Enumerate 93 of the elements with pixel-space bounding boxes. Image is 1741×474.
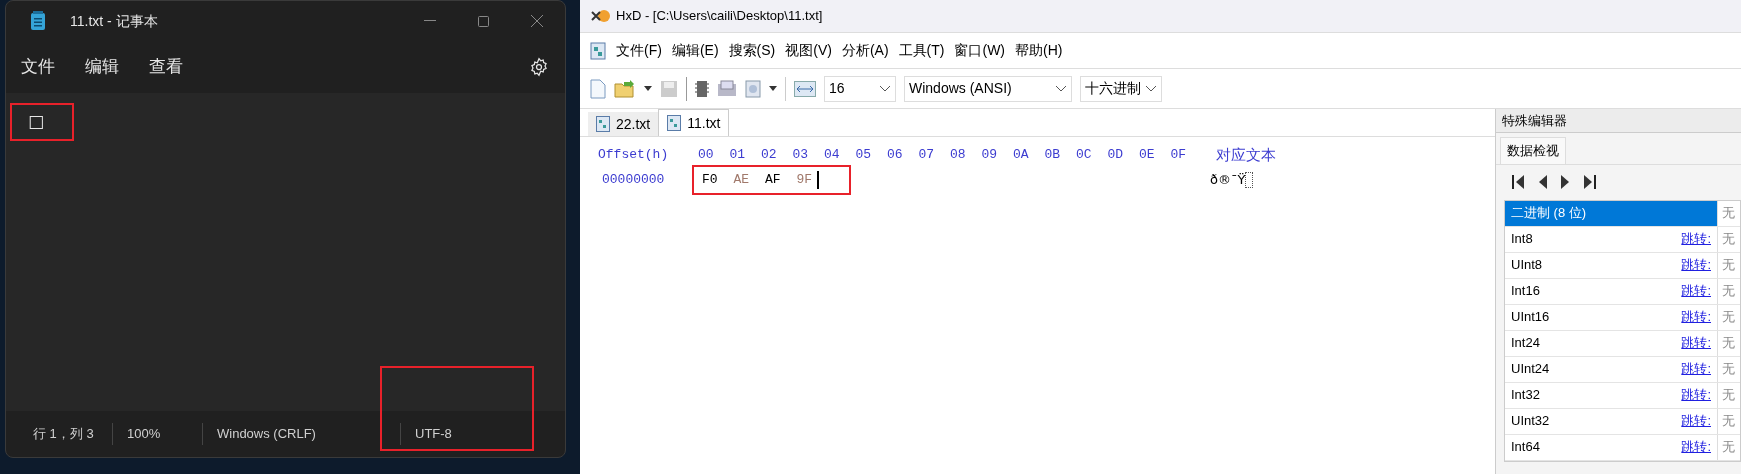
jump-link[interactable]: 跳转: xyxy=(1681,255,1711,275)
column-header: 06 xyxy=(887,146,904,165)
status-text: 100% xyxy=(127,425,161,444)
status-text: Windows (CRLF) xyxy=(217,425,316,444)
notepad-icon xyxy=(30,11,46,31)
menu-item[interactable]: 文件 xyxy=(21,54,55,80)
window-title: 11.txt - 记事本 xyxy=(70,11,158,31)
hex-byte: 9F xyxy=(796,171,814,190)
menu-item[interactable]: 工具(T) xyxy=(898,40,945,61)
bytes-per-row-dropdown[interactable]: 16 xyxy=(824,75,896,102)
value-cell-text: 无 xyxy=(1721,386,1735,405)
hex-byte: AE xyxy=(733,171,751,190)
jump-link[interactable]: 跳转: xyxy=(1681,229,1711,249)
caret-icon[interactable] xyxy=(769,86,777,91)
panel-title: 特殊编辑器 xyxy=(1496,109,1741,133)
value-cell-text: 无 xyxy=(1721,308,1735,327)
app-logo-icon xyxy=(590,9,610,23)
chip-icon[interactable] xyxy=(695,79,709,98)
open-folder-icon[interactable] xyxy=(614,79,636,98)
file-tab[interactable]: 11.txt xyxy=(658,109,730,136)
hex-byte: AF xyxy=(765,171,782,190)
menu-item[interactable]: 视图(V) xyxy=(785,40,832,61)
value-cell-text: 无 xyxy=(1721,334,1735,353)
maximize-icon[interactable] xyxy=(478,15,489,27)
chevron-icon xyxy=(880,85,890,92)
jump-link[interactable]: 跳转: xyxy=(1681,385,1711,405)
offset-label: 00000000 xyxy=(601,171,666,190)
chevron-icon xyxy=(1056,85,1066,92)
column-header: 07 xyxy=(918,146,936,165)
number-base-dropdown[interactable]: 十六进制 xyxy=(1080,75,1162,102)
column-header: 09 xyxy=(981,146,999,165)
settings-icon[interactable] xyxy=(529,57,549,77)
column-header: 0A xyxy=(1013,146,1030,165)
column-header: 01 xyxy=(729,146,747,165)
jump-link[interactable]: 跳转: xyxy=(1681,281,1711,301)
chevron-icon xyxy=(1146,85,1156,92)
jump-link[interactable]: 跳转: xyxy=(1681,307,1711,327)
column-header: 08 xyxy=(950,146,967,165)
value-cell-text: 无 xyxy=(1721,256,1735,275)
jump-link[interactable]: 跳转: xyxy=(1681,411,1711,431)
value-cell-text: 无 xyxy=(1721,204,1735,223)
close-icon[interactable] xyxy=(531,15,543,27)
value-cell-text: 无 xyxy=(1721,282,1735,301)
column-header: 0C xyxy=(1076,146,1093,165)
encoding-dropdown[interactable]: Windows (ANSI) xyxy=(904,75,1072,102)
first-icon[interactable] xyxy=(1512,175,1524,189)
status-text: UTF-8 xyxy=(415,425,452,444)
column-header: 04 xyxy=(824,146,841,165)
text-column-header: 对应文本 xyxy=(1216,144,1276,165)
window-title: HxD - [C:\Users\caili\Desktop\11.txt] xyxy=(616,7,823,26)
text-cursor xyxy=(1245,172,1254,188)
disk-icon[interactable] xyxy=(717,79,737,98)
previous-icon[interactable] xyxy=(1538,175,1547,189)
value-cell-text: 无 xyxy=(1721,412,1735,431)
document-icon xyxy=(596,116,610,132)
column-header: 0F xyxy=(1170,146,1188,165)
next-icon[interactable] xyxy=(1561,175,1570,189)
caret-icon[interactable] xyxy=(644,86,652,91)
document-icon xyxy=(667,115,682,131)
column-header: 0E xyxy=(1139,146,1156,165)
column-header: 0D xyxy=(1107,146,1125,165)
file-tab[interactable]: 22.txt xyxy=(588,112,659,136)
value-cell-text: 无 xyxy=(1721,230,1735,249)
document-text: □ xyxy=(28,110,45,134)
column-header: 0B xyxy=(1044,146,1062,165)
menu-item[interactable]: 窗口(W) xyxy=(954,40,1005,61)
text-cursor xyxy=(816,171,819,189)
text-preview: ð®¯Ÿ xyxy=(1210,171,1246,190)
jump-link[interactable]: 跳转: xyxy=(1681,359,1711,379)
arrows-icon xyxy=(794,80,816,97)
value-cell-text: 无 xyxy=(1721,360,1735,379)
column-header: 05 xyxy=(855,146,873,165)
menu-item[interactable]: 编辑(E) xyxy=(671,40,719,61)
jump-link[interactable]: 跳转: xyxy=(1681,333,1711,353)
column-header: 02 xyxy=(761,146,778,165)
column-header: 00 xyxy=(698,146,715,165)
menu-item[interactable]: 文件(F) xyxy=(616,40,662,61)
jump-link[interactable]: 跳转: xyxy=(1681,437,1711,457)
document-icon xyxy=(590,41,606,60)
menu-item[interactable]: 查看 xyxy=(149,54,183,80)
menu-item[interactable]: 帮助(H) xyxy=(1015,40,1063,61)
menu-item[interactable]: 编辑 xyxy=(85,54,119,80)
menu-item[interactable]: 分析(A) xyxy=(841,40,889,61)
hex-byte: F0 xyxy=(702,171,719,190)
minimize-icon[interactable] xyxy=(424,20,436,22)
last-icon[interactable] xyxy=(1584,175,1596,189)
status-text: 行 1，列 3 xyxy=(33,425,94,444)
menu-item[interactable]: 搜索(S) xyxy=(728,40,776,61)
value-cell-text: 无 xyxy=(1721,438,1735,457)
data-type-row[interactable]: 二进制 (8 位) xyxy=(1505,200,1718,226)
column-header: 03 xyxy=(792,146,810,165)
offset-header: Offset(h) xyxy=(598,146,670,165)
panel-tab[interactable]: 数据检视 xyxy=(1500,137,1566,164)
